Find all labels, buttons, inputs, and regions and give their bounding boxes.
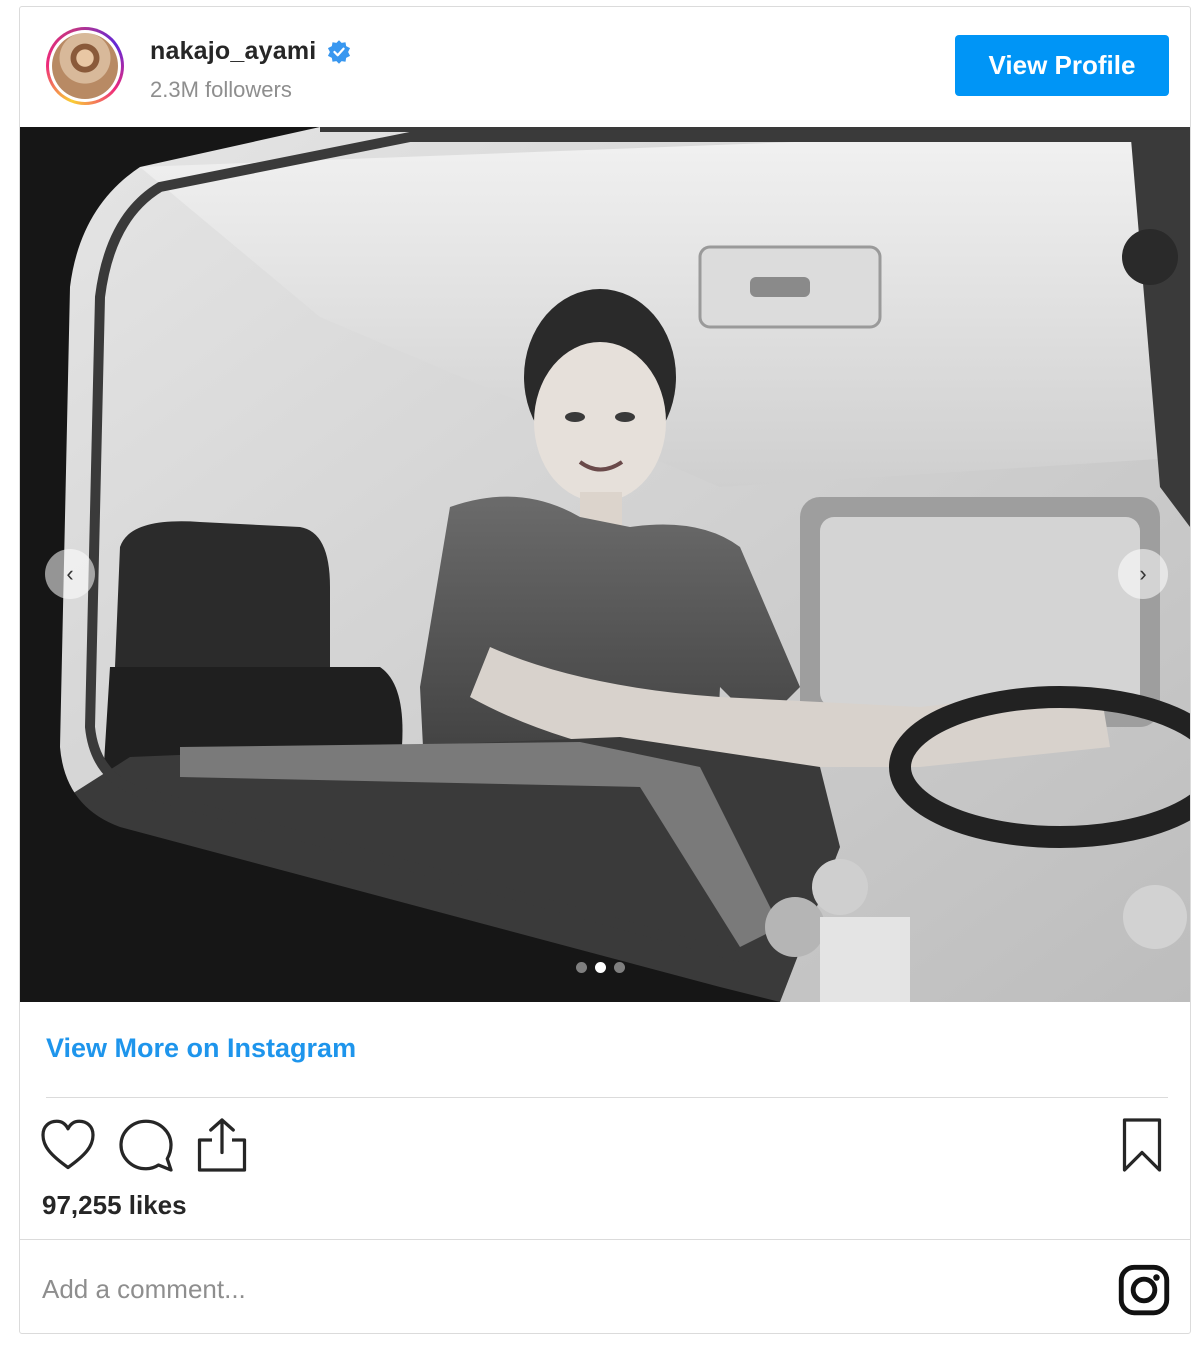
carousel-next-button[interactable]: ›: [1118, 549, 1168, 599]
view-more-link[interactable]: View More on Instagram: [46, 1033, 356, 1064]
post-header: nakajo_ayami 2.3M followers View Profile: [20, 7, 1190, 127]
avatar-image: [52, 33, 118, 99]
heart-icon[interactable]: [38, 1115, 98, 1175]
carousel-dot: [576, 962, 587, 973]
divider: [46, 1097, 1168, 1098]
share-icon[interactable]: [192, 1115, 252, 1175]
avatar[interactable]: [46, 27, 124, 105]
carousel-prev-button[interactable]: ‹: [45, 549, 95, 599]
carousel-indicator: [576, 962, 625, 973]
verified-badge-icon: [328, 39, 351, 64]
instagram-logo-icon[interactable]: [1118, 1264, 1170, 1316]
carousel-dot-active: [595, 962, 606, 973]
instagram-embed: nakajo_ayami 2.3M followers View Profile: [19, 6, 1191, 1334]
bookmark-icon[interactable]: [1112, 1115, 1172, 1175]
truck-cab-photo: [20, 127, 1190, 1002]
follower-count: 2.3M followers: [150, 77, 292, 102]
carousel-dot: [614, 962, 625, 973]
view-profile-button[interactable]: View Profile: [955, 35, 1169, 96]
chevron-right-icon: ›: [1139, 561, 1147, 586]
username[interactable]: nakajo_ayami: [150, 37, 316, 66]
like-count[interactable]: 97,255 likes: [42, 1190, 187, 1221]
post-photo[interactable]: ‹ ›: [20, 127, 1190, 1002]
comment-input[interactable]: [42, 1269, 942, 1309]
divider: [20, 1239, 1190, 1240]
chevron-left-icon: ‹: [66, 561, 74, 586]
comment-icon[interactable]: [116, 1115, 176, 1175]
username-row: nakajo_ayami: [150, 37, 352, 66]
